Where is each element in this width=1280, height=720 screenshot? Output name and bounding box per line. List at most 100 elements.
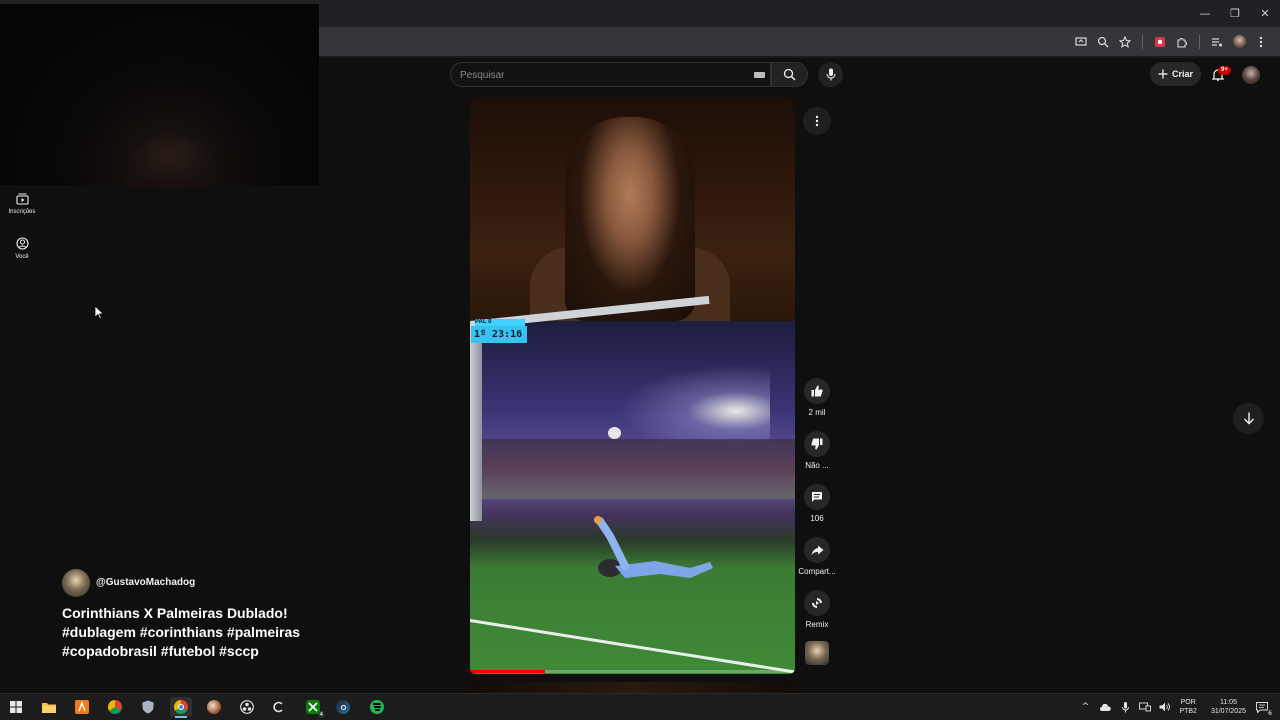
scoreboard-clock: 1º 23:16 <box>471 326 527 343</box>
system-tray: ^ POR PTB2 11:05 31/07/2025 6 <box>1079 694 1272 720</box>
create-button[interactable]: Criar <box>1150 62 1201 86</box>
you-icon <box>15 237 29 250</box>
dislike-button[interactable] <box>804 431 830 457</box>
notification-count: 6 <box>1268 710 1272 717</box>
sidebar-label: Você <box>15 254 29 260</box>
search-icon <box>783 68 796 81</box>
soccer-ball <box>608 427 621 439</box>
network-icon[interactable] <box>1139 701 1152 713</box>
chevron-up-icon[interactable]: ^ <box>1079 701 1091 713</box>
like-action[interactable]: 2 mil <box>797 378 837 417</box>
media-icon[interactable] <box>1206 31 1228 53</box>
voice-search-button[interactable] <box>818 62 843 87</box>
dislike-label: Não ... <box>805 461 829 470</box>
video-game-section <box>470 295 795 674</box>
arrow-down-icon <box>1243 412 1254 425</box>
sidebar-label: Inscrições <box>8 209 36 215</box>
obs-icon[interactable] <box>236 697 258 717</box>
avast-icon[interactable] <box>71 697 93 717</box>
notification-badge: 9+ <box>1218 66 1231 75</box>
clock-time: 11:05 <box>1219 699 1237 706</box>
restore-button[interactable]: ❐ <box>1220 0 1250 27</box>
toolbar-separator <box>1199 34 1200 49</box>
keyboard-layout: PTB2 <box>1179 708 1197 715</box>
sidebar-item-you[interactable]: Você <box>4 237 40 260</box>
steam-icon[interactable] <box>332 697 354 717</box>
cast-icon[interactable] <box>1070 31 1092 53</box>
minimize-button[interactable]: — <box>1190 0 1220 27</box>
chrome-profile-icon[interactable] <box>104 697 126 717</box>
extension-red-icon[interactable] <box>1149 31 1171 53</box>
chrome-icon[interactable] <box>170 697 192 718</box>
notification-center-icon[interactable]: 6 <box>1254 701 1272 717</box>
webcam-overlay <box>0 4 319 189</box>
sound-thumbnail[interactable] <box>805 641 829 665</box>
search-button[interactable] <box>771 62 808 87</box>
dislike-action[interactable]: Não ... <box>797 431 837 470</box>
game-app-icon[interactable] <box>203 697 225 717</box>
clock-date: 31/07/2025 <box>1210 708 1246 715</box>
share-button[interactable] <box>804 537 830 563</box>
video-title[interactable]: Corinthians X Palmeiras Dublado! #dublag… <box>62 604 322 661</box>
microphone-icon[interactable] <box>1119 701 1131 713</box>
window-controls: — ❐ ✕ <box>1190 0 1280 27</box>
share-action[interactable]: Compart... <box>797 537 837 576</box>
subscriptions-icon <box>15 193 29 205</box>
share-icon <box>811 545 823 555</box>
goal-post <box>470 321 482 521</box>
video-progress-fill <box>470 670 545 673</box>
xbox-badge: 4 <box>317 712 325 718</box>
shorts-video-player[interactable]: PAL 0 1º 23:16 <box>470 97 795 674</box>
more-vertical-icon <box>815 115 819 127</box>
video-webcam-section <box>470 97 795 321</box>
mouse-cursor-icon <box>94 305 105 325</box>
keyboard-icon[interactable] <box>754 72 765 78</box>
search-box[interactable] <box>450 62 771 87</box>
comment-icon <box>812 492 822 502</box>
share-label: Compart... <box>798 567 836 576</box>
spotify-icon[interactable] <box>366 697 388 717</box>
comments-count: 106 <box>810 514 824 523</box>
next-short-button[interactable] <box>1233 403 1264 434</box>
channel-avatar[interactable] <box>62 569 90 597</box>
onedrive-icon[interactable] <box>1099 701 1111 713</box>
clock[interactable]: 11:05 31/07/2025 <box>1211 698 1246 716</box>
volume-icon[interactable] <box>1159 701 1171 713</box>
xbox-icon[interactable]: 4 <box>302 697 325 718</box>
star-icon[interactable] <box>1114 31 1136 53</box>
browser-toolbar-icons <box>1070 27 1272 56</box>
file-explorer-icon[interactable] <box>38 697 60 717</box>
remix-label: Remix <box>805 620 829 629</box>
profile-icon[interactable] <box>1228 31 1250 53</box>
remix-action[interactable]: Remix <box>797 590 837 629</box>
remix-icon <box>812 598 822 608</box>
keyboard-language[interactable]: POR PTB2 <box>1179 698 1197 716</box>
menu-icon[interactable] <box>1250 31 1272 53</box>
channel-name[interactable]: @GustavoMachadog <box>96 577 195 588</box>
scoreboard-team: PAL 0 <box>475 319 525 326</box>
more-options-button[interactable] <box>803 107 831 135</box>
microphone-icon <box>825 68 836 81</box>
pitch-line <box>470 619 795 674</box>
thumbs-down-icon <box>811 438 823 450</box>
zoom-icon[interactable] <box>1092 31 1114 53</box>
account-avatar[interactable] <box>1242 66 1260 84</box>
windows-start-icon[interactable] <box>5 697 27 717</box>
comments-action[interactable]: 106 <box>797 484 837 523</box>
thumbs-up-icon <box>811 385 823 397</box>
search-input[interactable] <box>460 67 740 83</box>
puzzle-icon[interactable] <box>1171 31 1193 53</box>
close-button[interactable]: ✕ <box>1250 0 1280 27</box>
shield-app-icon[interactable] <box>137 697 159 717</box>
sidebar-item-subscriptions[interactable]: Inscrições <box>4 193 40 215</box>
stadium-crowd <box>470 439 795 499</box>
toolbar-separator <box>1142 34 1143 49</box>
comments-button[interactable] <box>804 484 830 510</box>
language-code: POR <box>1180 699 1196 706</box>
goalkeeper-figure <box>594 516 713 578</box>
remix-button[interactable] <box>804 590 830 616</box>
create-label: Criar <box>1171 69 1193 79</box>
like-button[interactable] <box>804 378 830 404</box>
logitech-icon[interactable] <box>268 697 290 717</box>
video-progress-bar[interactable] <box>470 670 795 673</box>
